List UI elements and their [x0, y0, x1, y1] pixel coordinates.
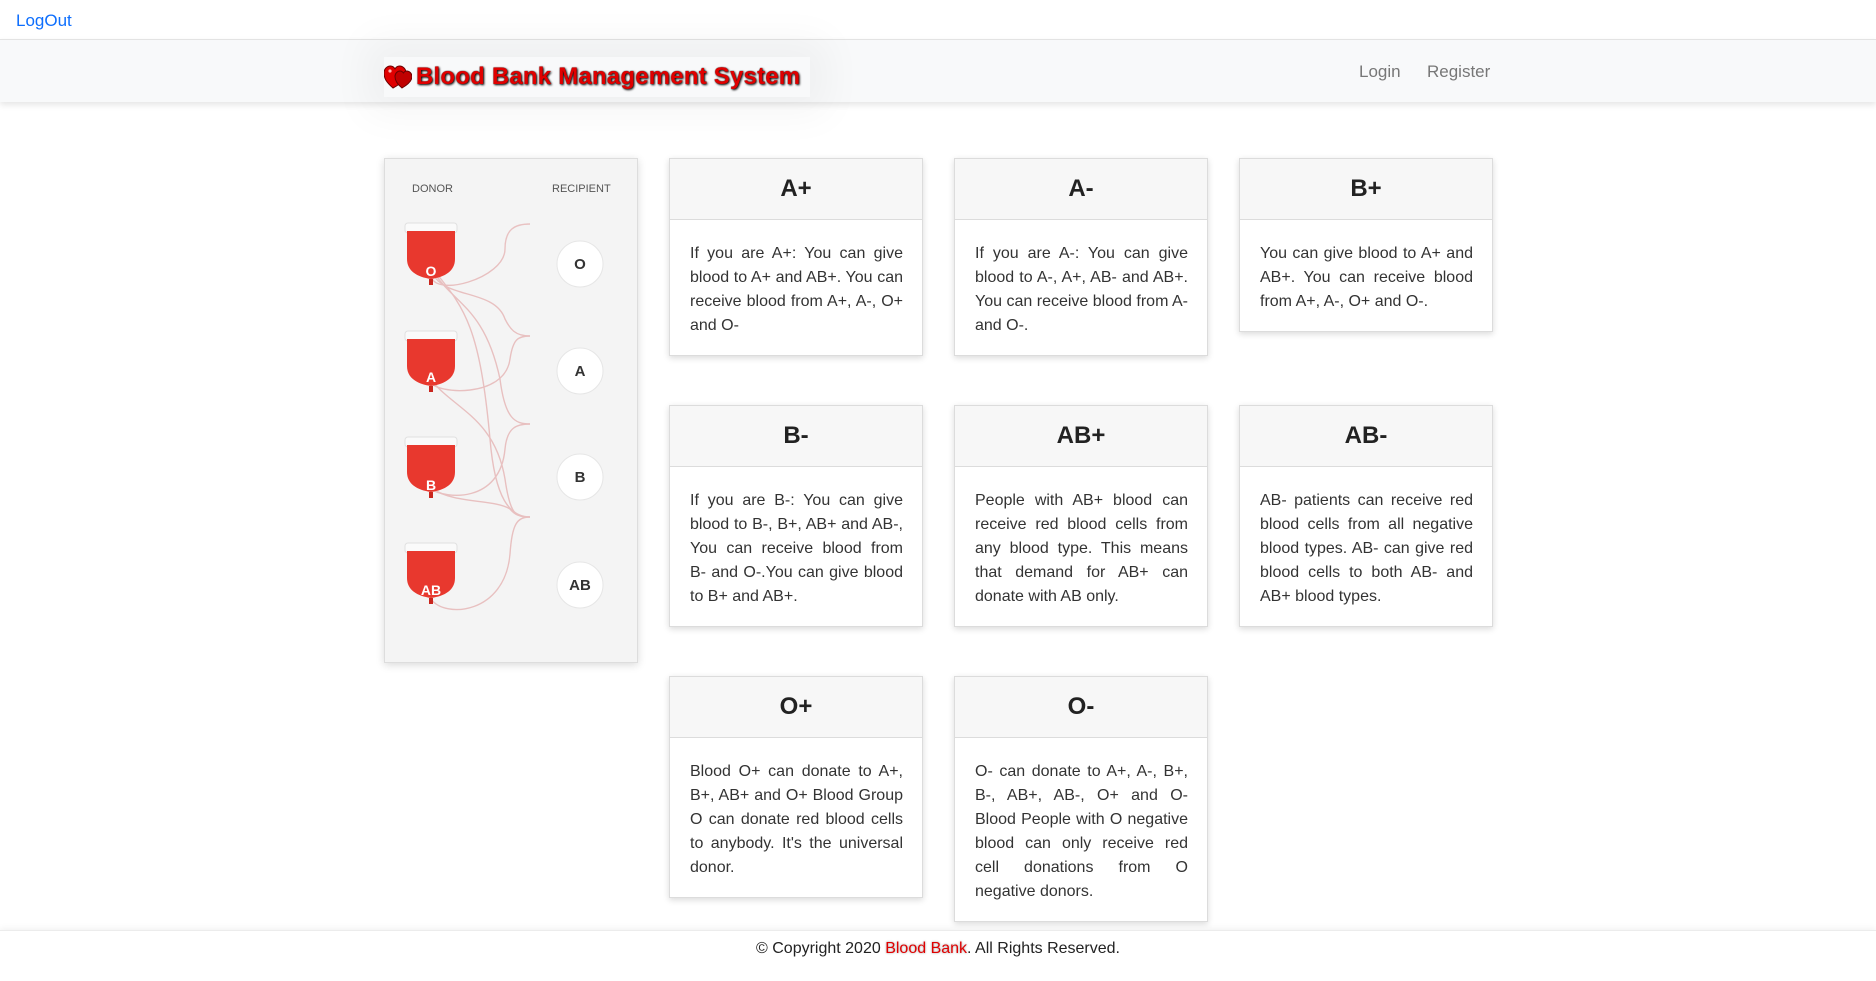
copyright-prefix: © Copyright 2020	[756, 940, 886, 957]
recipient-ab: AB	[556, 561, 604, 609]
card-title: AB+	[955, 406, 1207, 467]
donor-o-label: O	[426, 263, 437, 279]
navbar: Blood Bank Management System Login Regis…	[0, 39, 1876, 102]
blood-card-b-negative: B- If you are B-: You can give blood to …	[669, 405, 923, 627]
donor-label: DONOR	[412, 183, 453, 195]
recipient-label: RECIPIENT	[552, 183, 611, 195]
recipient-o: O	[556, 240, 604, 288]
card-text: If you are A+: You can give blood to A+ …	[690, 245, 903, 334]
blood-card-a-negative: A- If you are A-: You can give blood to …	[954, 158, 1208, 356]
blood-card-o-positive: O+ Blood O+ can donate to A+, B+, AB+ an…	[669, 676, 923, 898]
logout-link[interactable]: LogOut	[16, 11, 72, 31]
card-title: AB-	[1240, 406, 1492, 467]
card-text: People with AB+ blood can receive red bl…	[975, 492, 1188, 605]
donor-bag-o: O	[404, 222, 458, 285]
blood-card-b-positive: B+ You can give blood to A+ and AB+. You…	[1239, 158, 1493, 332]
card-title: A-	[955, 159, 1207, 220]
donor-bag-ab: AB	[404, 542, 458, 604]
footer-brand: Blood Bank	[885, 940, 968, 957]
card-title: A+	[670, 159, 922, 220]
donor-a-label: A	[426, 369, 436, 385]
recipient-o-label: O	[574, 256, 586, 273]
copyright-text: © Copyright 2020 Blood Bank. All Rights …	[0, 940, 1876, 958]
navbar-brand[interactable]: Blood Bank Management System	[384, 57, 810, 97]
recipient-a-label: A	[575, 363, 586, 380]
recipient-a: A	[556, 347, 604, 395]
blood-compatibility-chart: DONOR RECIPIENT O A B AB O A B AB	[384, 158, 638, 663]
card-title: B+	[1240, 159, 1492, 220]
card-title: O+	[670, 677, 922, 738]
brand-title: Blood Bank Management System	[416, 63, 801, 90]
card-text: AB- patients can receive red blood cells…	[1260, 492, 1473, 605]
recipient-b: B	[556, 453, 604, 501]
donor-bags: O A B AB	[404, 222, 458, 604]
recipient-circles: O A B AB	[556, 240, 604, 609]
footer: © Copyright 2020 Blood Bank. All Rights …	[0, 930, 1876, 981]
nav-login-link[interactable]: Login	[1359, 62, 1401, 82]
hearts-icon	[384, 65, 412, 89]
recipient-b-label: B	[575, 469, 586, 486]
card-text: If you are B-: You can give blood to B-,…	[690, 492, 903, 605]
card-text: If you are A-: You can give blood to A-,…	[975, 245, 1188, 334]
donor-bag-b: B	[404, 436, 458, 498]
card-title: B-	[670, 406, 922, 467]
blood-card-a-positive: A+ If you are A+: You can give blood to …	[669, 158, 923, 356]
donor-bag-a: A	[404, 330, 458, 392]
compatibility-diagram: DONOR RECIPIENT O A B AB O A B AB	[404, 183, 611, 611]
copyright-suffix: . All Rights Reserved.	[967, 940, 1120, 957]
card-text: O- can donate to A+, A-, B+, B-, AB+, AB…	[975, 763, 1188, 900]
recipient-ab-label: AB	[569, 577, 591, 594]
card-text: Blood O+ can donate to A+, B+, AB+ and O…	[690, 763, 903, 876]
card-text: You can give blood to A+ and AB+. You ca…	[1260, 245, 1473, 310]
donor-ab-label: AB	[421, 582, 441, 598]
blood-card-ab-negative: AB- AB- patients can receive red blood c…	[1239, 405, 1493, 627]
nav-register-link[interactable]: Register	[1427, 62, 1490, 82]
card-title: O-	[955, 677, 1207, 738]
blood-card-o-negative: O- O- can donate to A+, A-, B+, B-, AB+,…	[954, 676, 1208, 922]
blood-card-ab-positive: AB+ People with AB+ blood can receive re…	[954, 405, 1208, 627]
donor-b-label: B	[426, 477, 436, 493]
